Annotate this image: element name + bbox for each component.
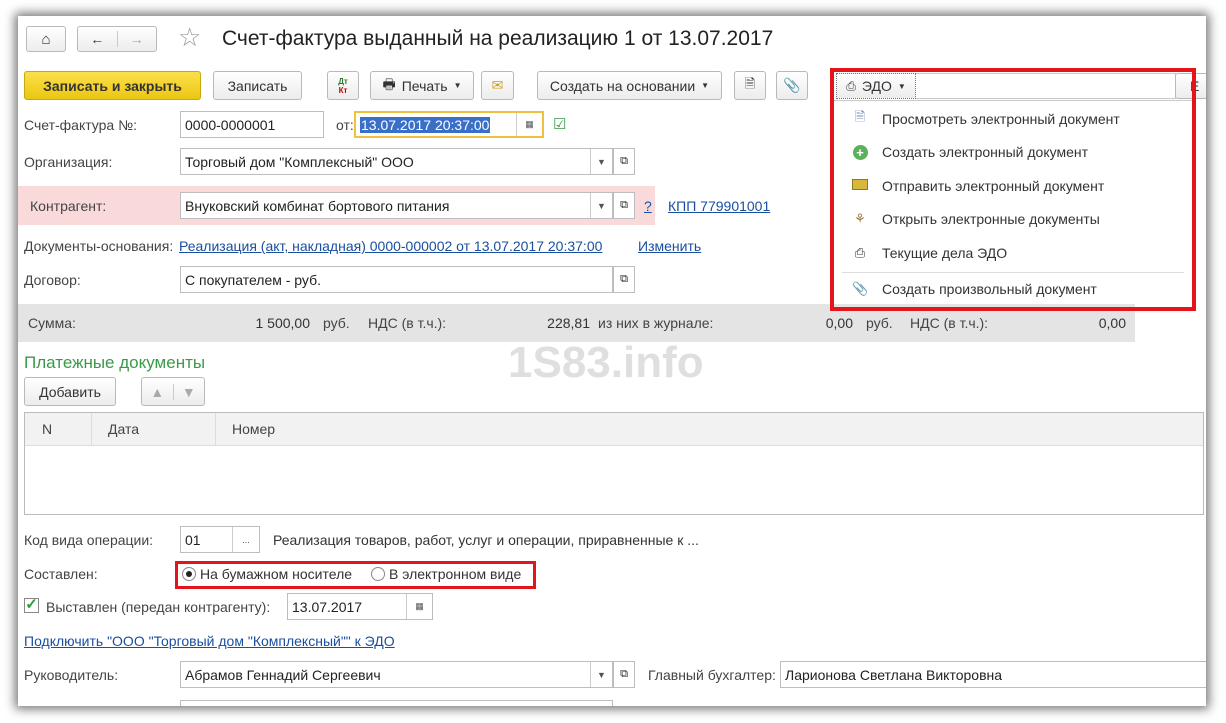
organization-label: Организация: <box>24 154 113 170</box>
next-field-input[interactable] <box>180 700 613 706</box>
check-document-icon: ☑ <box>553 116 567 133</box>
payments-table: N Дата Номер <box>24 412 1204 515</box>
contract-input[interactable]: С покупателем - руб. <box>180 266 613 293</box>
back-button[interactable]: ← <box>78 31 118 47</box>
kt-label: Кт <box>338 85 348 95</box>
forward-button[interactable]: → <box>118 31 157 47</box>
open-contractor-button[interactable]: ⧉ <box>613 192 635 219</box>
radio-electronic[interactable]: В электронном виде <box>371 566 521 582</box>
column-n[interactable]: N <box>42 421 52 437</box>
select-op-code-button[interactable]: ... <box>232 527 259 552</box>
dt-label: Дт <box>338 76 348 86</box>
vat-value: 228,81 <box>547 315 590 331</box>
currency-label-2: руб. <box>866 315 893 331</box>
date-value: 13.07.2017 20:37:00 <box>360 116 491 133</box>
printer-icon: 🖶 <box>382 75 396 92</box>
document-report-button[interactable]: 🗎 <box>734 71 766 100</box>
open-organization-button[interactable]: ⧉ <box>613 148 635 175</box>
column-date[interactable]: Дата <box>108 421 139 437</box>
base-docs-link[interactable]: Реализация (акт, накладная) 0000-000002 … <box>179 238 602 254</box>
journal-label: из них в журнале: <box>598 315 714 331</box>
base-docs-label: Документы-основания: <box>24 238 174 254</box>
paperclip-icon: 📎 <box>783 77 801 93</box>
contractor-value: Внуковский комбинат бортового питания <box>185 197 450 214</box>
move-up-icon[interactable]: ▲ <box>142 383 174 400</box>
favorite-star-icon[interactable]: ☆ <box>178 22 201 53</box>
save-button[interactable]: Записать <box>213 71 302 100</box>
save-close-button[interactable]: Записать и закрыть <box>24 71 201 100</box>
radio-button[interactable] <box>182 567 196 581</box>
page-title: Счет-фактура выданный на реализацию 1 от… <box>222 27 774 50</box>
accountant-input[interactable]: Ларионова Светлана Викторовна <box>780 661 1206 688</box>
journal-value: 0,00 <box>825 315 853 331</box>
invoice-number-label: Счет-фактура №: <box>24 117 138 133</box>
home-button[interactable]: ⌂ <box>26 26 66 52</box>
op-code-input[interactable]: 01... <box>180 526 260 553</box>
edo-highlight-frame <box>830 68 1196 311</box>
radio-electronic-label: В электронном виде <box>389 566 522 582</box>
document-icon: 🗎 <box>744 75 756 91</box>
create-based-button[interactable]: Создать на основании ▼ <box>537 71 722 100</box>
invoice-number-input[interactable]: 0000-0000001 <box>180 111 324 138</box>
radio-paper[interactable]: На бумажном носителе <box>182 566 352 582</box>
calendar-icon[interactable]: ▦ <box>406 594 432 619</box>
watermark: 1S83.info <box>508 338 704 387</box>
head-label: Руководитель: <box>24 667 119 683</box>
vat2-value: 0,00 <box>1098 315 1126 331</box>
radio-paper-label: На бумажном носителе <box>200 566 353 582</box>
help-link[interactable]: ? <box>644 198 652 214</box>
composed-label: Составлен: <box>24 566 98 582</box>
vat-label: НДС (в т.ч.): <box>368 315 447 331</box>
contractor-input[interactable]: Внуковский комбинат бортового питания ▼ <box>180 192 613 219</box>
print-label: Печать <box>401 77 448 94</box>
issued-checkbox[interactable]: ✓ <box>24 597 39 613</box>
chevron-down-icon[interactable]: ▼ <box>590 662 612 687</box>
issued-date-value: 13.07.2017 <box>292 598 363 615</box>
calendar-icon[interactable]: ▦ <box>516 113 542 136</box>
vat2-label: НДС (в т.ч.): <box>910 315 989 331</box>
contractor-label: Контрагент: <box>30 198 107 214</box>
envelope-icon: ✉ <box>491 77 504 93</box>
home-icon: ⌂ <box>41 30 51 48</box>
op-code-label: Код вида операции: <box>24 532 154 548</box>
sum-label: Сумма: <box>28 315 76 331</box>
column-number[interactable]: Номер <box>232 421 275 437</box>
move-down-icon[interactable]: ▼ <box>174 384 205 400</box>
chevron-down-icon: ▼ <box>701 81 710 90</box>
email-button[interactable]: ✉ <box>481 71 514 100</box>
accountant-label: Главный бухгалтер: <box>648 667 776 683</box>
chevron-down-icon[interactable]: ▼ <box>590 193 612 218</box>
date-input[interactable]: 13.07.2017 20:37:00 ▦ <box>354 111 544 138</box>
op-code-value: 01 <box>185 531 201 548</box>
contract-label: Договор: <box>24 272 81 288</box>
open-head-button[interactable]: ⧉ <box>613 661 635 688</box>
organization-input[interactable]: Торговый дом "Комплексный" ООО ▼ <box>180 148 613 175</box>
open-contract-button[interactable]: ⧉ <box>613 266 635 293</box>
dt-kt-button[interactable]: Дт Кт <box>327 71 359 100</box>
issued-date-input[interactable]: 13.07.2017 ▦ <box>287 593 433 620</box>
chevron-down-icon[interactable]: ▼ <box>590 149 612 174</box>
document-window: ⌂ ← → ☆ Счет-фактура выданный на реализа… <box>18 16 1206 706</box>
print-button[interactable]: 🖶 Печать ▼ <box>370 71 474 100</box>
kpp-link[interactable]: КПП 779901001 <box>668 198 770 214</box>
add-button[interactable]: Добавить <box>24 377 116 406</box>
chevron-down-icon: ▼ <box>453 81 462 90</box>
attachment-button[interactable]: 📎 <box>776 71 808 100</box>
radio-button[interactable] <box>371 567 385 581</box>
payments-section-title: Платежные документы <box>24 353 206 372</box>
head-input[interactable]: Абрамов Геннадий Сергеевич ▼ <box>180 661 613 688</box>
op-description: Реализация товаров, работ, услуг и опера… <box>273 532 699 548</box>
create-based-label: Создать на основании <box>549 77 696 94</box>
currency-label: руб. <box>323 315 350 331</box>
date-from-label: от: <box>336 117 354 133</box>
organization-value: Торговый дом "Комплексный" ООО <box>185 153 414 170</box>
issued-label: Выставлен (передан контрагенту): <box>46 599 271 615</box>
move-buttons: ▲ ▼ <box>141 377 205 406</box>
sum-value: 1 500,00 <box>255 315 311 331</box>
connect-edo-link[interactable]: Подключить "ООО "Торговый дом "Комплексн… <box>24 633 395 649</box>
head-value: Абрамов Геннадий Сергеевич <box>185 666 381 683</box>
nav-buttons: ← → <box>77 26 157 52</box>
table-header: N Дата Номер <box>25 413 1203 446</box>
change-link[interactable]: Изменить <box>638 238 701 254</box>
